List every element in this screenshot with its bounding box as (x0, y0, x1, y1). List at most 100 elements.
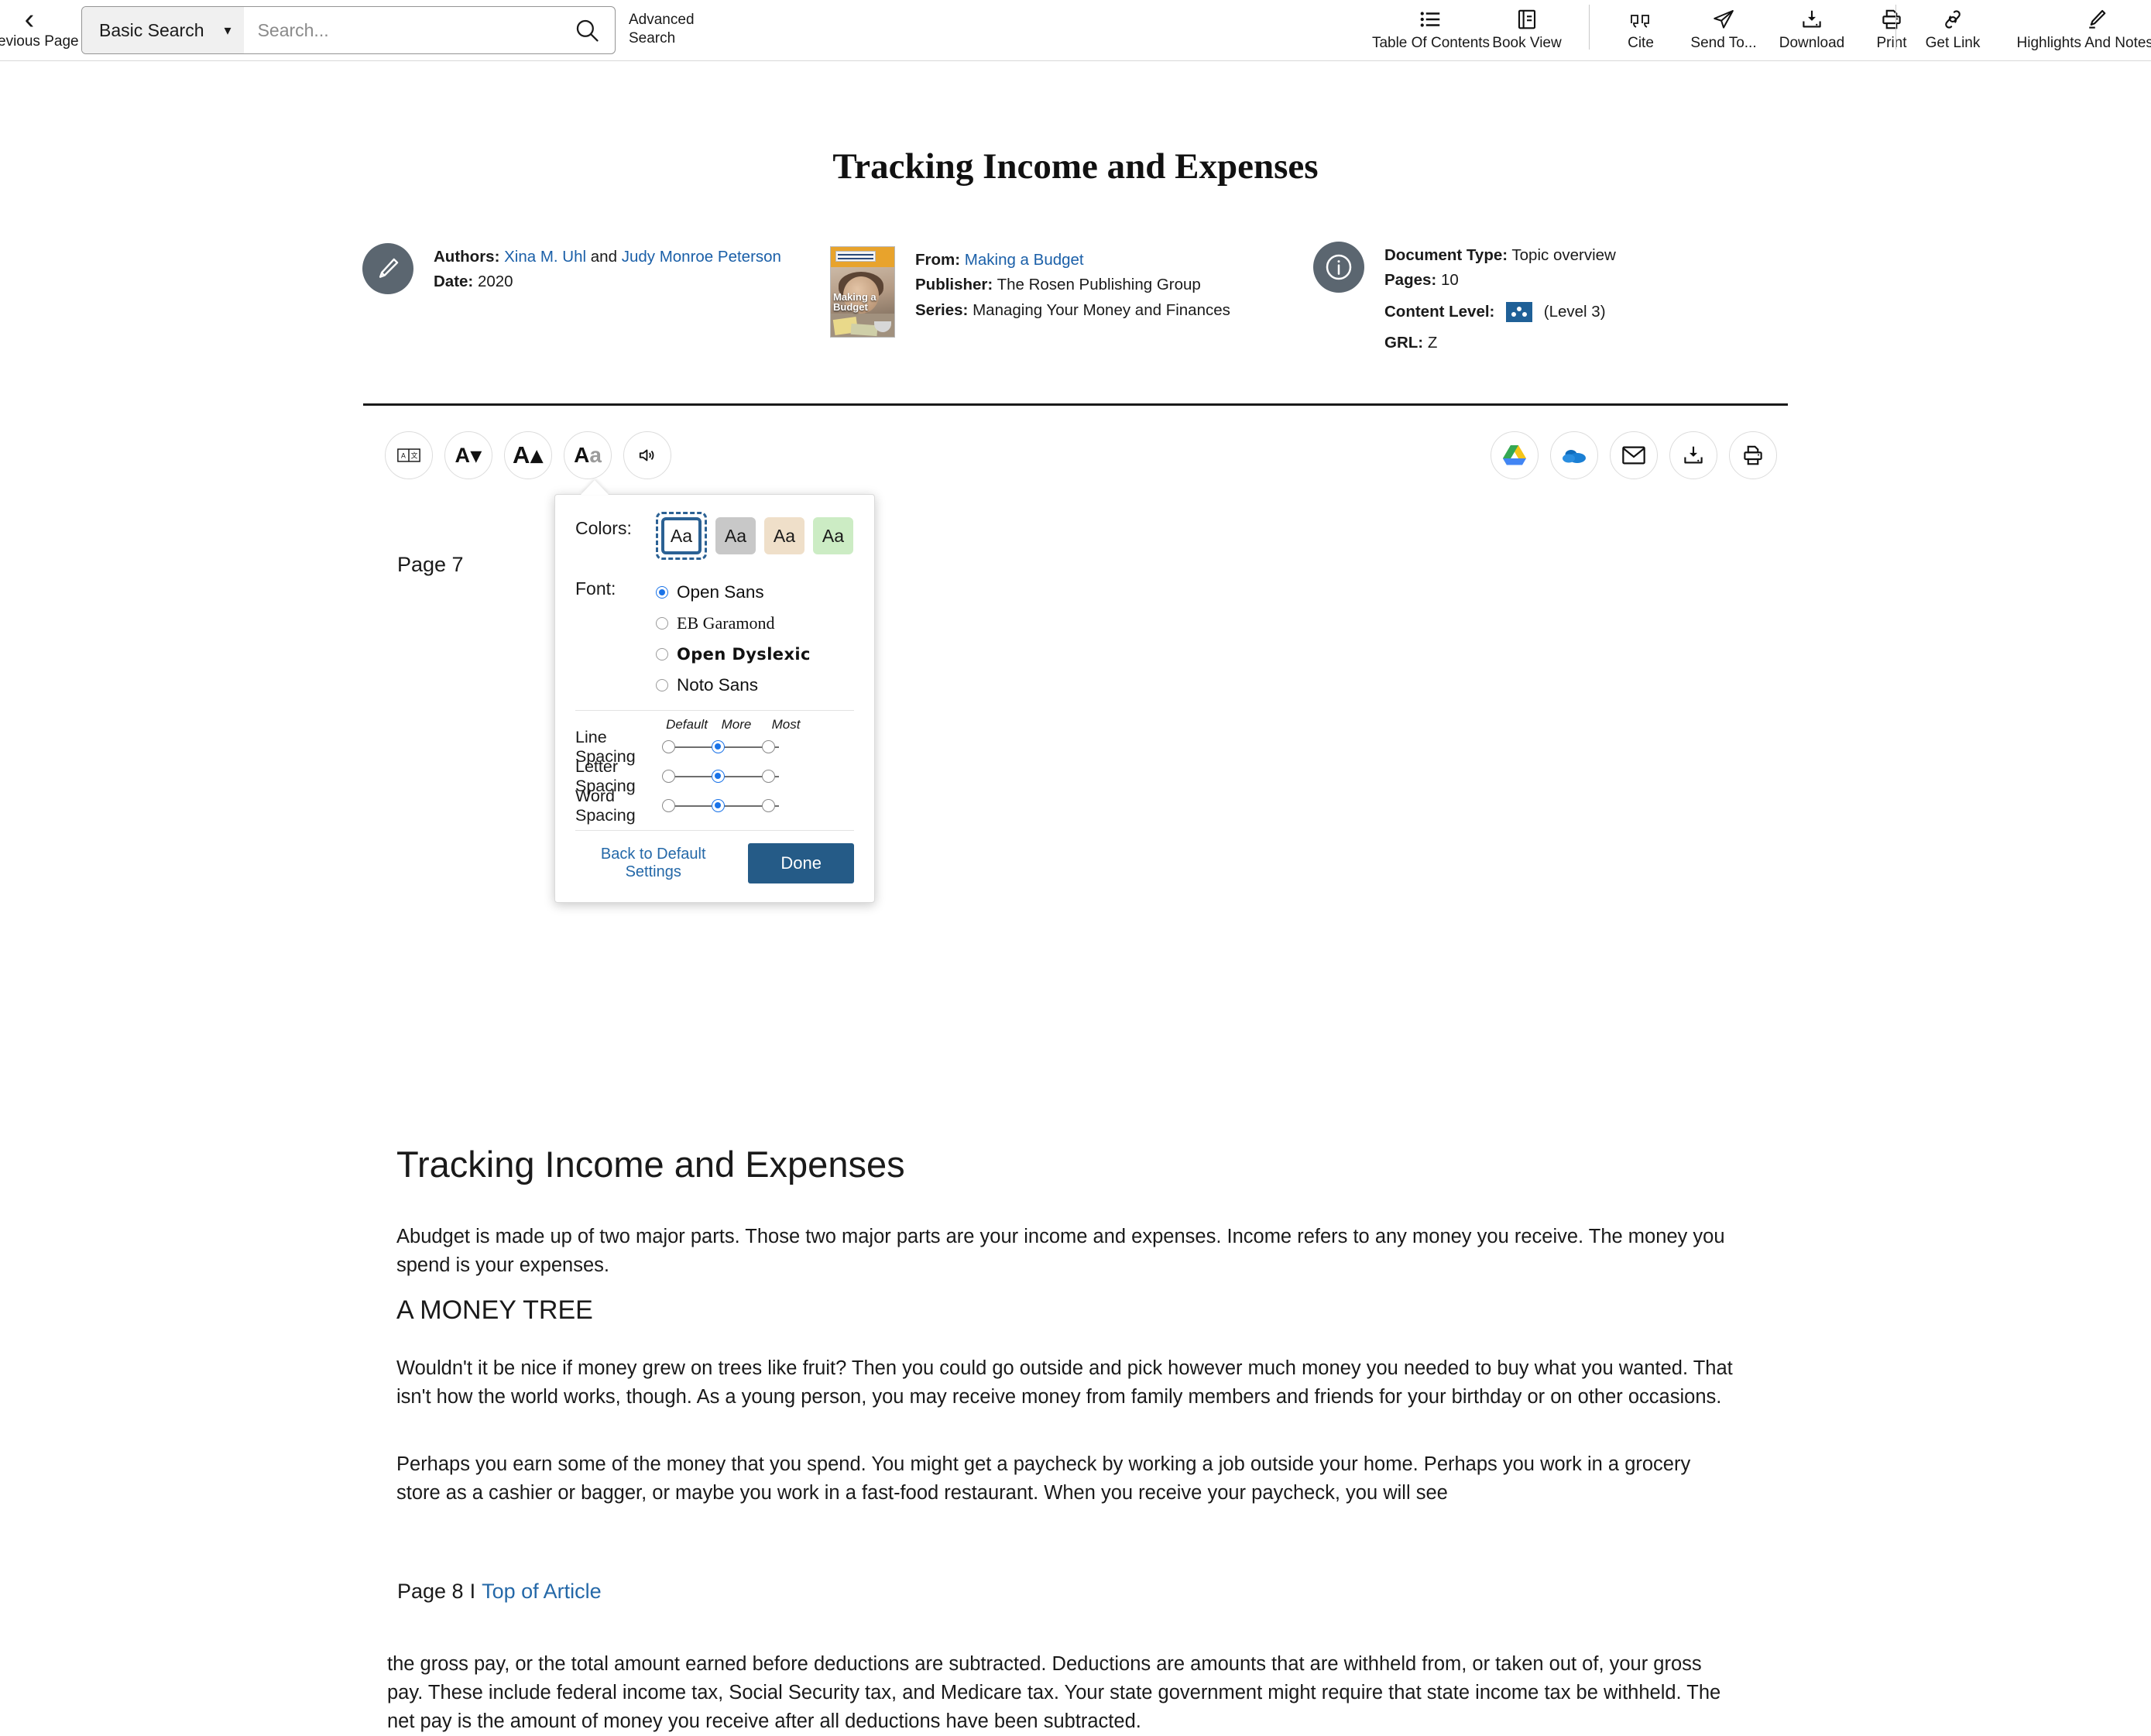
translate-button[interactable]: A 文 (385, 431, 433, 479)
document-type-line: Document Type: Topic overview (1384, 243, 1616, 268)
previous-page-button[interactable]: ‹ Previous Page (0, 6, 76, 50)
decrease-font-size-button[interactable]: A▾ (444, 431, 492, 479)
speaker-icon (636, 445, 659, 465)
print-circle-button[interactable] (1729, 431, 1777, 479)
document-toolbar: A 文 A▾ A▴ Aa (0, 431, 2151, 490)
author-link-2[interactable]: Judy Monroe Peterson (622, 248, 781, 266)
highlights-and-notes-button[interactable]: Highlights And Notes (0) (1999, 0, 2151, 52)
printer-icon (1880, 6, 1903, 33)
spacing-header-more: More (712, 717, 761, 732)
metadata-authors: Authors: Xina M. Uhl and Judy Monroe Pet… (362, 243, 781, 295)
from-line: From: Making a Budget (915, 248, 1230, 273)
slider-knob-most[interactable] (662, 770, 675, 783)
metadata-document-info: Document Type: Topic overview Pages: 10 … (1313, 242, 1616, 356)
toolbar-label: Print (1876, 35, 1906, 52)
color-swatch-white-selected[interactable]: Aa (656, 512, 707, 560)
slider-knob-more[interactable] (762, 770, 775, 783)
series-label: Series: (915, 301, 968, 319)
slider-knob-more[interactable] (762, 740, 775, 753)
slider-knob-most[interactable] (662, 799, 675, 812)
font-option-open-dyslexic[interactable]: Open Dyslexic (656, 639, 811, 670)
article-heading: Tracking Income and Expenses (396, 1143, 1790, 1185)
header-divider (363, 403, 1788, 406)
content-level-value: (Level 3) (1544, 303, 1606, 321)
get-link-button[interactable]: Get Link (1906, 0, 1999, 52)
spacing-label: Word Spacing (575, 787, 662, 825)
font-row: Font: Open Sans EB Garamond Open Dyslexi… (555, 574, 874, 701)
from-label: From: (915, 251, 960, 269)
author-link-1[interactable]: Xina M. Uhl (504, 248, 586, 266)
radio-icon[interactable] (656, 617, 668, 630)
spacing-header-default: Default (662, 717, 712, 732)
word-spacing-slider[interactable] (662, 798, 786, 815)
slider-knob-more[interactable] (762, 799, 775, 812)
slider-knob-default[interactable] (712, 770, 725, 783)
download-icon (1682, 444, 1705, 467)
font-option-open-sans[interactable]: Open Sans (656, 577, 811, 608)
search-submit-button[interactable] (559, 7, 615, 53)
toolbar-divider (1895, 5, 1896, 50)
grl-value: Z (1428, 334, 1438, 352)
font-options: Open Sans EB Garamond Open Dyslexic Noto… (656, 574, 811, 701)
toolbar-divider (1589, 5, 1590, 50)
slider-knob-default[interactable] (712, 799, 725, 812)
font-option-label: EB Garamond (677, 613, 774, 633)
line-spacing-slider[interactable] (662, 739, 786, 756)
color-swatch-grey[interactable]: Aa (715, 517, 756, 554)
top-of-article-link[interactable]: Top of Article (482, 1580, 602, 1604)
listen-button[interactable] (623, 431, 671, 479)
display-options-button[interactable]: Aa (564, 431, 612, 479)
radio-icon[interactable] (656, 648, 668, 660)
envelope-icon (1621, 445, 1646, 465)
spacing-header-most: Most (761, 717, 811, 732)
publisher-value: The Rosen Publishing Group (997, 276, 1201, 293)
letter-spacing-slider[interactable] (662, 768, 786, 785)
slider-knob-default[interactable] (712, 740, 725, 753)
search-mode-dropdown[interactable]: Basic Search ▾ (82, 7, 244, 53)
pages-line: Pages: 10 (1384, 268, 1616, 293)
display-options-icon: Aa (574, 443, 602, 468)
pages-value: 10 (1441, 271, 1459, 289)
download-circle-button[interactable] (1669, 431, 1717, 479)
table-of-contents-button[interactable]: Table Of Contents (1383, 0, 1479, 52)
done-button[interactable]: Done (748, 843, 854, 883)
book-view-button[interactable]: Book View (1479, 0, 1575, 52)
save-to-google-drive-button[interactable] (1491, 431, 1539, 479)
paragraph-2: Wouldn't it be nice if money grew on tre… (396, 1354, 1733, 1412)
toolbar-label: Highlights And Notes (0) (2017, 35, 2151, 52)
content-level-line: Content Level: (Level 3) (1384, 300, 1616, 324)
from-link[interactable]: Making a Budget (965, 251, 1084, 269)
spacing-row-word: Word Spacing (575, 791, 854, 821)
download-button[interactable]: Download (1767, 0, 1857, 52)
save-to-onedrive-button[interactable] (1550, 431, 1598, 479)
toolbar-label: Book View (1492, 35, 1561, 52)
increase-font-size-button[interactable]: A▴ (504, 431, 552, 479)
advanced-search-link[interactable]: Advanced Search (629, 11, 714, 48)
font-increase-icon: A▴ (513, 441, 544, 469)
book-cover-thumbnail[interactable]: Making a Budget (830, 246, 895, 338)
back-to-default-settings-button[interactable]: Back to Default Settings (575, 845, 731, 882)
toolbar-group-view: Table Of Contents Book View (1383, 0, 1575, 61)
cite-button[interactable]: Cite (1601, 0, 1680, 52)
radio-icon[interactable] (656, 586, 668, 599)
page-marker-8: Page 8 I Top of Article (397, 1580, 602, 1604)
onedrive-icon (1561, 446, 1587, 465)
article-subheading: A MONEY TREE (396, 1295, 1790, 1326)
email-button[interactable] (1610, 431, 1658, 479)
translate-icon: A 文 (397, 447, 420, 464)
toolbar-label: Cite (1628, 35, 1654, 52)
search-bar: Basic Search ▾ (81, 6, 616, 54)
slider-knob-most[interactable] (662, 740, 675, 753)
search-input[interactable] (244, 7, 559, 53)
send-to-button[interactable]: Send To... (1680, 0, 1767, 52)
color-swatch-green[interactable]: Aa (813, 517, 853, 554)
color-swatch-sepia[interactable]: Aa (764, 517, 804, 554)
font-label: Font: (575, 574, 656, 599)
font-option-eb-garamond[interactable]: EB Garamond (656, 608, 811, 639)
color-swatch-white[interactable]: Aa (661, 517, 702, 554)
book-cover-title-line2: Budget (833, 302, 892, 312)
printer-icon (1741, 444, 1765, 467)
font-option-label: Open Sans (677, 582, 764, 602)
font-option-noto-sans[interactable]: Noto Sans (656, 670, 811, 701)
radio-icon[interactable] (656, 679, 668, 691)
